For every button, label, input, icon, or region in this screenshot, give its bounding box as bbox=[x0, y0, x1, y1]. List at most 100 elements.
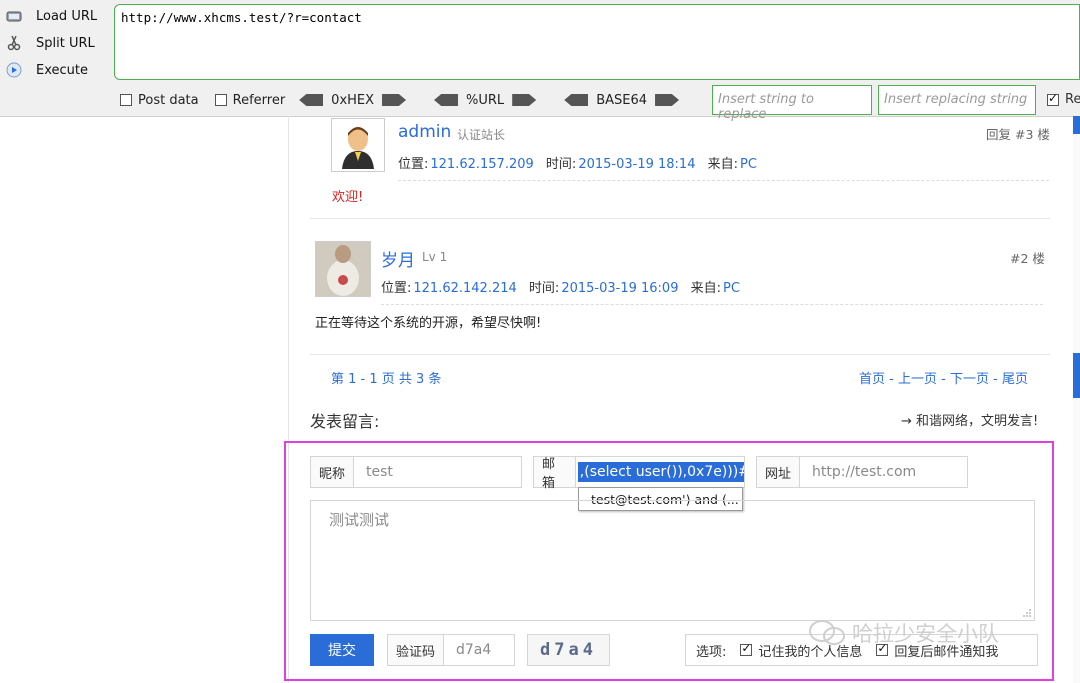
comment-username[interactable]: 岁月 bbox=[381, 246, 415, 271]
replace-all-option[interactable]: Re bbox=[1047, 91, 1080, 107]
comment-floor[interactable]: #2 楼 bbox=[1010, 248, 1045, 267]
time-value: 2015-03-19 16:09 bbox=[561, 281, 679, 296]
time-label: 时间: bbox=[528, 281, 560, 296]
comment-user-role: 认证站长 bbox=[457, 128, 506, 142]
location-label: 位置: bbox=[398, 157, 429, 172]
website-value: http://test.com bbox=[812, 464, 917, 480]
email-field[interactable]: 邮箱 ,(select user()),0x7e)))# bbox=[533, 456, 745, 491]
url-encode-label: %URL bbox=[466, 92, 505, 108]
referrer-label: Referrer bbox=[232, 92, 286, 108]
comment-username[interactable]: admin bbox=[398, 122, 451, 142]
url-encode-arrow-icon[interactable] bbox=[512, 94, 537, 106]
hackbar-toolbar: Load URL Split URL Execute http://www.xh… bbox=[0, 0, 1080, 122]
url-text: http://www.xhcms.test/?r=contact bbox=[121, 10, 362, 25]
message-textarea[interactable]: 测试测试 bbox=[310, 500, 1035, 621]
load-url-icon bbox=[6, 8, 22, 24]
comment-body: 正在等待这个系统的开源，希望尽快啊! bbox=[315, 316, 542, 331]
captcha-image-text: d7a4 bbox=[540, 640, 597, 660]
pagination-separator: - bbox=[988, 372, 1002, 387]
nickname-value: test bbox=[366, 464, 393, 480]
url-decode-arrow-icon[interactable] bbox=[434, 94, 459, 106]
comment-user-role: Lv 1 bbox=[422, 250, 448, 264]
remember-checkbox[interactable] bbox=[740, 641, 753, 656]
url-textarea[interactable]: http://www.xhcms.test/?r=contact bbox=[114, 4, 1080, 80]
avatar[interactable] bbox=[315, 241, 371, 297]
admin-avatar-icon bbox=[332, 119, 384, 171]
pagination-separator: - bbox=[885, 372, 898, 387]
prev-page-link[interactable]: 上一页 bbox=[898, 372, 937, 387]
next-page-link[interactable]: 下一页 bbox=[950, 372, 989, 387]
time-value: 2015-03-19 18:14 bbox=[578, 157, 696, 172]
execute-button[interactable]: Execute bbox=[6, 58, 88, 82]
post-data-label: Post data bbox=[138, 92, 199, 108]
email-selected-value: ,(select user()),0x7e)))# bbox=[577, 462, 744, 482]
form-notice: → 和谐网络，文明发言! bbox=[901, 414, 1039, 429]
divider bbox=[398, 180, 1049, 181]
pagination-links: 首页 - 上一页 - 下一页 - 尾页 bbox=[859, 368, 1028, 387]
hex-label: 0xHEX bbox=[331, 92, 375, 108]
divider bbox=[310, 218, 1050, 219]
replace-all-checkbox[interactable] bbox=[1047, 91, 1059, 106]
scrollbar-thumb[interactable] bbox=[1073, 353, 1080, 398]
captcha-image[interactable]: d7a4 bbox=[527, 634, 610, 666]
watermark-text: 哈拉少安全小队 bbox=[852, 622, 999, 646]
user-photo-icon bbox=[316, 242, 370, 296]
comment-floor[interactable]: 回复 #3 楼 bbox=[986, 124, 1050, 143]
watermark: 哈拉少安全小队 bbox=[808, 618, 999, 648]
hackbar-options-row: Post data Referrer 0xHEX %URL BASE64 bbox=[120, 88, 680, 112]
split-url-label: Split URL bbox=[36, 35, 95, 51]
replace-all-label: Re bbox=[1065, 92, 1080, 107]
location-label: 位置: bbox=[381, 281, 412, 296]
nickname-label: 昵称 bbox=[311, 457, 355, 487]
divider bbox=[310, 354, 1050, 355]
last-page-link[interactable]: 尾页 bbox=[1002, 372, 1028, 387]
from-value: PC bbox=[723, 281, 740, 296]
captcha-value: d7a4 bbox=[456, 642, 492, 658]
divider bbox=[381, 304, 1043, 305]
comment-meta: 位置: 121.62.142.214 时间: 2015-03-19 16:09 来自… bbox=[381, 277, 748, 296]
captcha-label: 验证码 bbox=[388, 635, 445, 665]
location-value: 121.62.142.214 bbox=[413, 281, 517, 296]
submit-button[interactable]: 提交 bbox=[310, 634, 374, 666]
pagination-separator: - bbox=[937, 372, 950, 387]
message-value: 测试测试 bbox=[329, 511, 390, 529]
comment-meta: 位置: 121.62.157.209 时间: 2015-03-19 18:14 来自… bbox=[398, 153, 765, 172]
scrollbar-marker-top bbox=[1073, 116, 1080, 134]
replacing-string-input[interactable]: Insert replacing string bbox=[878, 85, 1036, 115]
split-url-button[interactable]: Split URL bbox=[6, 31, 95, 55]
base64-decode-arrow-icon[interactable] bbox=[564, 94, 589, 106]
resize-grip-icon bbox=[1023, 609, 1031, 617]
load-url-label: Load URL bbox=[36, 8, 98, 24]
page-scrollbar[interactable] bbox=[1073, 116, 1080, 683]
execute-label: Execute bbox=[36, 62, 88, 78]
options-label: 选项: bbox=[696, 644, 727, 660]
referrer-checkbox[interactable] bbox=[214, 94, 227, 106]
from-label: 来自: bbox=[690, 281, 721, 296]
website-label: 网址 bbox=[757, 457, 801, 487]
pagination-summary: 第 1 - 1 页 共 3 条 bbox=[331, 372, 442, 387]
location-value: 121.62.157.209 bbox=[430, 157, 534, 172]
nickname-field[interactable]: 昵称 test bbox=[310, 456, 522, 488]
from-label: 来自: bbox=[707, 157, 738, 172]
load-url-button[interactable]: Load URL bbox=[6, 4, 97, 28]
base64-encode-arrow-icon[interactable] bbox=[655, 94, 680, 106]
from-value: PC bbox=[740, 157, 757, 172]
email-label: 邮箱 bbox=[534, 457, 576, 491]
website-field[interactable]: 网址 http://test.com bbox=[756, 456, 968, 488]
hex-encode-arrow-icon[interactable] bbox=[382, 94, 407, 106]
avatar[interactable] bbox=[331, 118, 385, 172]
play-icon bbox=[6, 62, 22, 78]
scissors-icon bbox=[6, 35, 22, 51]
wechat-icon bbox=[809, 620, 845, 645]
time-label: 时间: bbox=[545, 157, 577, 172]
form-title: 发表留言: bbox=[310, 412, 380, 431]
captcha-field[interactable]: 验证码 d7a4 bbox=[387, 634, 515, 666]
replace-string-input[interactable]: Insert string to replace bbox=[712, 85, 872, 122]
submit-label: 提交 bbox=[328, 643, 356, 659]
replacing-string-placeholder: Insert replacing string bbox=[884, 92, 1028, 107]
comment-body: 欢迎! bbox=[332, 190, 364, 205]
post-data-checkbox[interactable] bbox=[120, 94, 132, 106]
base64-label: BASE64 bbox=[596, 92, 648, 108]
hex-decode-arrow-icon[interactable] bbox=[299, 94, 324, 106]
first-page-link[interactable]: 首页 bbox=[859, 372, 885, 387]
